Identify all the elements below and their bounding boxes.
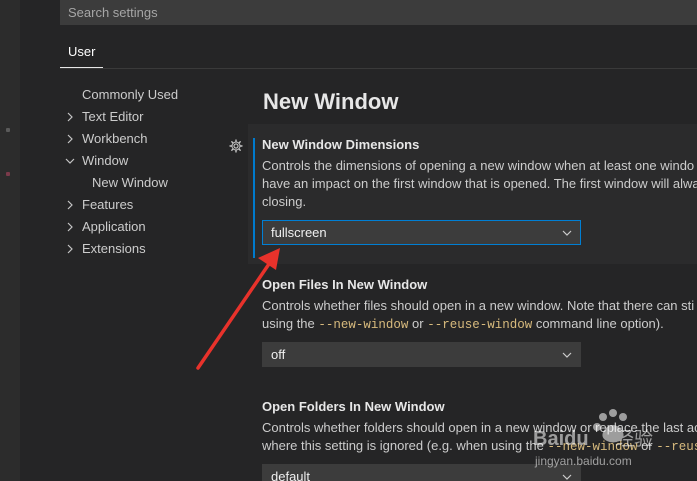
setting-description: Controls the dimensions of opening a new… xyxy=(262,157,697,211)
activity-bar-edge xyxy=(0,0,20,481)
select-value: fullscreen xyxy=(271,225,327,240)
toc-item-workbench[interactable]: Workbench xyxy=(60,128,240,150)
select-value: default xyxy=(271,469,311,481)
toc-item-extensions[interactable]: Extensions xyxy=(60,238,240,260)
toc-item-commonly-used[interactable]: Commonly Used xyxy=(60,84,240,106)
description-line: using the --new-window or --reuse-window… xyxy=(262,315,697,334)
gear-icon[interactable] xyxy=(229,139,243,153)
watermark-cn: 经验 xyxy=(615,428,653,450)
chevron-right-icon xyxy=(67,200,73,210)
chevron-right-icon xyxy=(67,134,73,144)
watermark-url: jingyan.baidu.com xyxy=(534,454,632,468)
toc-item-label: Text Editor xyxy=(82,109,144,124)
toc-item-label: Commonly Used xyxy=(82,87,179,102)
open-files-in-new-window-select[interactable]: off xyxy=(262,342,581,367)
focus-indicator xyxy=(253,138,255,258)
toc-item-label: Application xyxy=(82,219,146,234)
toc-item-new-window[interactable]: New Window xyxy=(60,172,240,194)
toc-item-window[interactable]: Window xyxy=(60,150,240,172)
settings-scope-tabs: User xyxy=(60,38,697,69)
settings-toc: Commonly Used Text Editor Workbench Wind… xyxy=(60,84,240,260)
section-title: New Window xyxy=(263,89,399,114)
setting-description: Controls whether files should open in a … xyxy=(262,297,697,334)
description-line: Controls the dimensions of opening a new… xyxy=(262,158,695,173)
new-window-dimensions-select[interactable]: fullscreen xyxy=(262,220,581,245)
tab-user[interactable]: User xyxy=(60,38,104,68)
description-text: using the xyxy=(262,316,319,331)
setting-new-window-dimensions: New Window Dimensions Controls the dimen… xyxy=(262,136,697,211)
description-line: have an impact on the first window that … xyxy=(262,176,697,191)
chevron-right-icon xyxy=(67,112,73,122)
description-text: or xyxy=(408,316,428,331)
chevron-down-icon xyxy=(65,158,75,164)
setting-title: Open Files In New Window xyxy=(262,277,428,292)
toc-item-label: Features xyxy=(82,197,134,212)
toc-item-label: New Window xyxy=(92,175,168,190)
setting-open-files-in-new-window: Open Files In New Window Controls whethe… xyxy=(262,276,697,334)
chevron-right-icon xyxy=(67,222,73,232)
description-line: Controls whether files should open in a … xyxy=(262,298,695,313)
toc-item-label: Extensions xyxy=(82,241,146,256)
toc-item-label: Workbench xyxy=(82,131,148,146)
settings-editor: User Commonly Used Text Editor Workbench… xyxy=(0,0,697,481)
chevron-right-icon xyxy=(67,244,73,254)
toc-item-features[interactable]: Features xyxy=(60,194,240,216)
description-line: closing. xyxy=(262,194,307,209)
baidu-watermark: Baidu 经验 jingyan.baidu.com xyxy=(533,409,653,468)
search-settings-box[interactable] xyxy=(60,0,697,25)
select-value: off xyxy=(271,347,286,362)
setting-title: New Window Dimensions xyxy=(262,137,420,152)
chevron-down-icon xyxy=(562,352,572,358)
toc-item-text-editor[interactable]: Text Editor xyxy=(60,106,240,128)
inline-code: --new-window xyxy=(318,318,409,332)
description-text: where this setting is ignored (e.g. when… xyxy=(262,438,548,453)
toc-item-application[interactable]: Application xyxy=(60,216,240,238)
watermark-brand: Baidu xyxy=(533,428,589,450)
activity-marker xyxy=(6,128,10,132)
activity-marker xyxy=(6,172,10,176)
toc-item-label: Window xyxy=(82,153,129,168)
inline-code: --reuse-window xyxy=(427,318,533,332)
search-input[interactable] xyxy=(66,4,697,21)
description-text: command line option). xyxy=(532,316,664,331)
chevron-down-icon xyxy=(562,230,572,236)
